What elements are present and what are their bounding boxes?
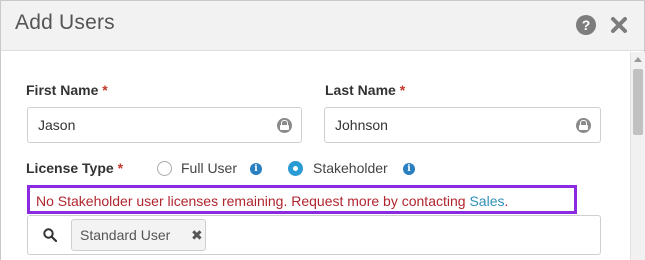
standard-user-tag[interactable]: Standard User ✖ [71,219,206,251]
required-marker: * [117,160,124,176]
dialog-title: Add Users [15,11,115,34]
stakeholder-label[interactable]: Stakeholder [313,160,388,176]
dialog-body: First Name * Jason Last Name * Johnson L… [1,52,630,260]
license-type-label: License Type * [26,160,124,176]
help-icon[interactable]: ? [576,15,596,35]
scrollbar[interactable] [630,52,645,260]
full-user-radio[interactable] [157,161,172,176]
sales-link[interactable]: Sales [469,193,504,209]
license-alert: No Stakeholder user licenses remaining. … [27,185,577,214]
last-name-label: Last Name * [325,82,406,98]
required-marker: * [102,82,108,98]
last-name-field[interactable]: Johnson [324,107,601,143]
alert-message: No Stakeholder user licenses remaining. … [36,193,509,209]
user-type-select[interactable]: Standard User ✖ [27,215,601,255]
dialog-header: Add Users ? [1,1,644,51]
first-name-label: First Name * [26,82,108,98]
first-name-value: Jason [38,117,76,133]
stakeholder-radio[interactable] [288,161,303,176]
full-user-label[interactable]: Full User [181,160,237,176]
last-name-value: Johnson [335,117,388,133]
info-icon[interactable]: i [403,163,415,175]
first-name-field[interactable]: Jason [27,107,302,143]
required-marker: * [399,82,406,98]
search-icon [43,228,57,242]
info-icon[interactable]: i [250,163,262,175]
remove-tag-icon[interactable]: ✖ [191,227,203,244]
scroll-up-arrow-icon[interactable] [634,57,642,62]
add-users-dialog: Add Users ? First Name * Jason Last Name… [0,0,645,260]
scroll-thumb[interactable] [633,69,643,135]
lock-icon [277,118,292,133]
lock-icon [576,118,591,133]
tag-label: Standard User [80,227,171,243]
close-icon[interactable] [608,14,630,36]
